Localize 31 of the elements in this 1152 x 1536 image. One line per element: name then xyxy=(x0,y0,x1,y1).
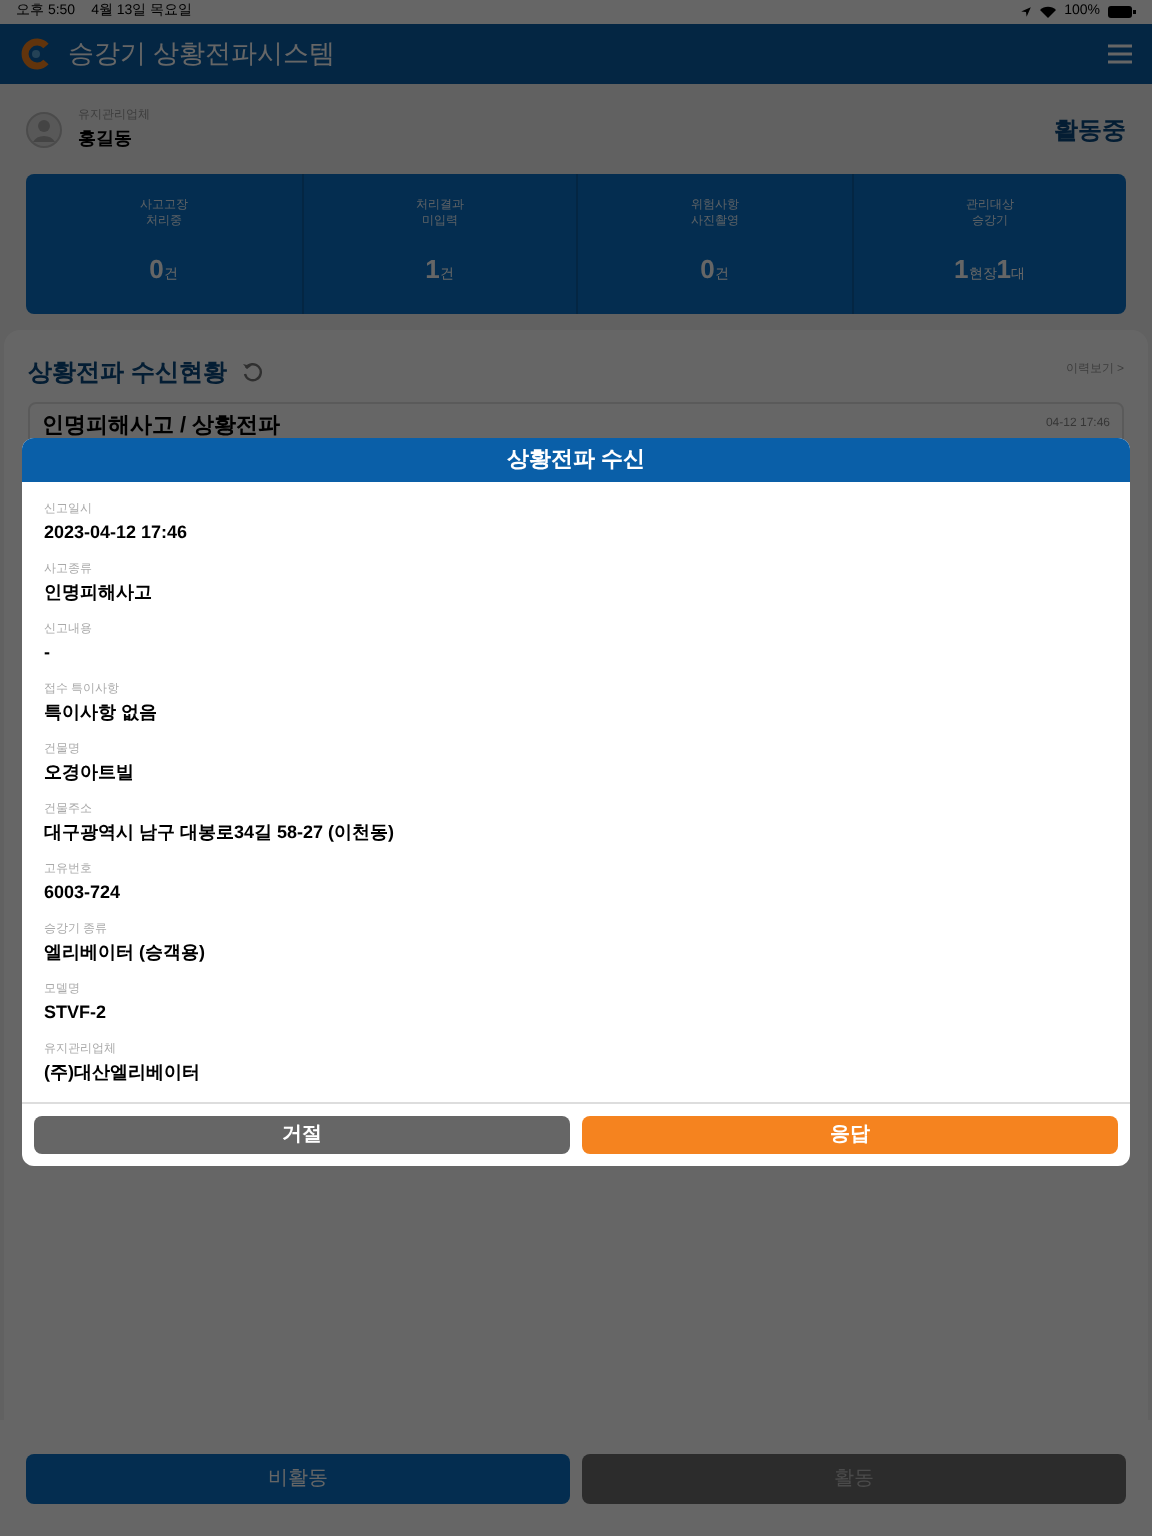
stat-value: 0 xyxy=(149,251,164,288)
field-value: 오경아트빌 xyxy=(44,760,136,786)
mode-button[interactable]: 비활동 xyxy=(26,1454,570,1504)
battery-icon xyxy=(1108,6,1136,18)
app-title: 승강기 상황전파시스템 xyxy=(68,36,338,73)
menu-icon[interactable] xyxy=(1108,44,1132,64)
refresh-icon[interactable] xyxy=(242,361,263,381)
stat-value: 1 xyxy=(996,251,1011,288)
modal-title: 상황전파 수신 xyxy=(506,445,646,476)
accept-button[interactable]: 응답 xyxy=(582,1116,1118,1154)
wifi-icon xyxy=(1040,6,1057,18)
reject-button[interactable]: 거절 xyxy=(34,1116,570,1154)
field-value: STVF-2 xyxy=(44,1000,109,1026)
field-value: 인명피해사고 xyxy=(44,580,154,606)
feed-title: 상황전파 수신현황 xyxy=(28,355,227,389)
user-name: 홍길동 xyxy=(78,126,134,152)
field-value: 6003-724 xyxy=(44,880,123,906)
stat-value: 1 xyxy=(954,251,969,288)
feed-item-title: 인명피해사고 / 상황전파 xyxy=(42,411,281,441)
stat-value: 1 xyxy=(425,251,440,288)
field-value: 엘리베이터 (승객용) xyxy=(44,940,207,966)
field-value: 대구광역시 남구 대봉로34길 58-27 (이천동) xyxy=(44,820,397,846)
logo-icon xyxy=(20,38,52,70)
avatar-icon xyxy=(26,112,62,149)
field-value: - xyxy=(44,640,52,666)
stat-value: 0 xyxy=(700,251,715,288)
field-value: 2023-04-12 17:46 xyxy=(44,520,190,546)
field-value: 특이사항 없음 xyxy=(44,700,160,726)
field-value: (주)대산엘리베이터 xyxy=(44,1060,202,1086)
location-icon xyxy=(1020,6,1033,18)
activity-status: 활동중 xyxy=(1054,114,1126,149)
